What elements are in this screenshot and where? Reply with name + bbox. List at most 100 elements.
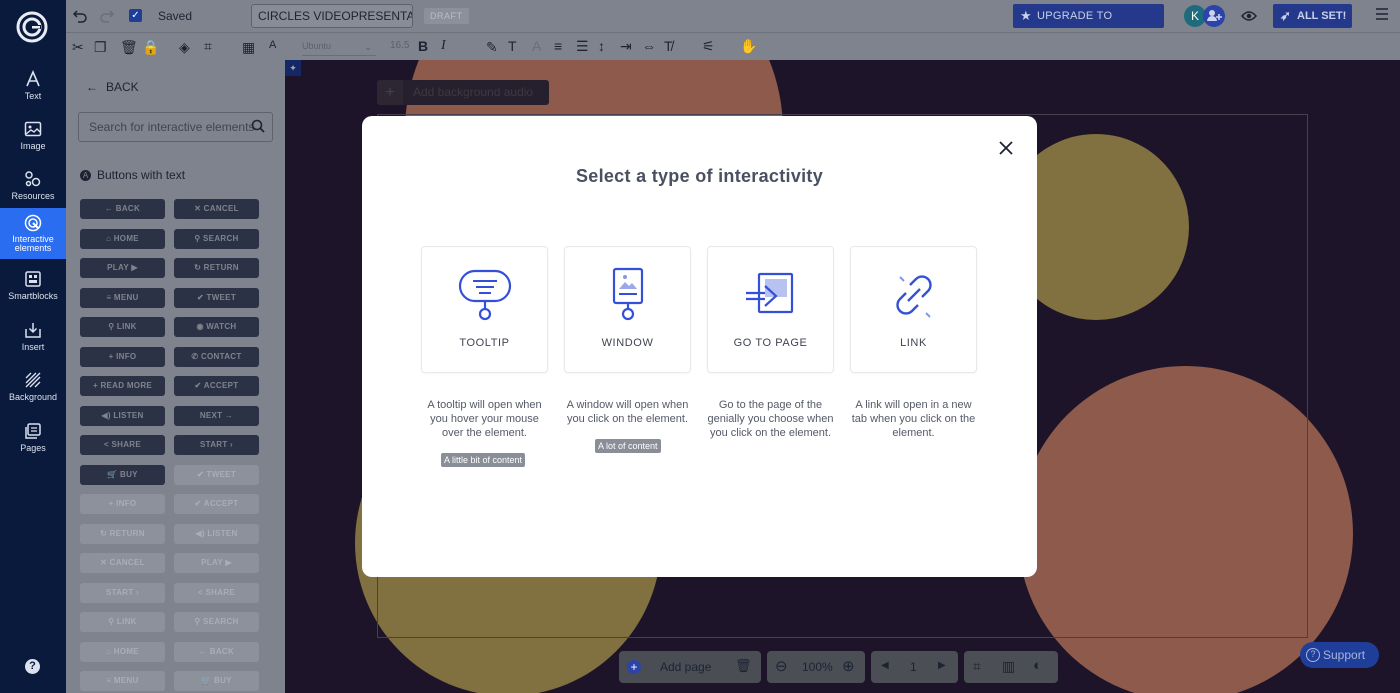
- redo-icon[interactable]: [100, 9, 114, 23]
- panel-button[interactable]: ✔ TWEET: [174, 288, 259, 308]
- text-shadow-icon[interactable]: A: [532, 39, 541, 53]
- format-toolbar: ✂ ❐ 🗑 🔒 ◈ ⌗ ▦ A Ubuntu ⌄ 16.5 B I ✎ T A …: [66, 33, 1400, 60]
- clear-format-icon[interactable]: T̸: [664, 39, 673, 53]
- autosave-checkbox[interactable]: ✓: [129, 9, 142, 22]
- upgrade-button[interactable]: ★ UPGRADE TO PREMIUM: [1013, 4, 1164, 46]
- panel-button[interactable]: ↻ RETURN: [80, 524, 165, 544]
- text-size-icon[interactable]: T: [508, 39, 517, 53]
- next-page-icon[interactable]: ▶: [938, 660, 946, 671]
- back-link[interactable]: ← BACK: [86, 80, 139, 94]
- rail-item-label: Text: [24, 91, 42, 101]
- panel-button[interactable]: START ›: [80, 583, 165, 603]
- hand-icon[interactable]: ✋: [740, 39, 757, 53]
- bullet-list-icon[interactable]: ☰: [576, 39, 589, 53]
- crop-icon[interactable]: ⌗: [204, 39, 212, 53]
- panel-button[interactable]: 🛒 BUY: [174, 671, 259, 691]
- font-size-input[interactable]: 16.5: [390, 40, 409, 51]
- layers-icon[interactable]: ◈: [179, 40, 190, 54]
- preview-eye-icon[interactable]: [1241, 10, 1257, 22]
- panel-button[interactable]: ◀) LISTEN: [174, 524, 259, 544]
- rail-item-pages[interactable]: Pages: [0, 416, 66, 466]
- panel-button[interactable]: ⚲ SEARCH: [174, 229, 259, 249]
- add-collaborator-icon[interactable]: [1203, 5, 1225, 27]
- panel-button[interactable]: ✕ CANCEL: [174, 199, 259, 219]
- all-set-button[interactable]: ➶ ALL SET!: [1273, 4, 1352, 28]
- panel-button[interactable]: + INFO: [80, 347, 165, 367]
- line-height-icon[interactable]: ↕: [598, 39, 605, 53]
- panel-button[interactable]: ⚲ SEARCH: [174, 612, 259, 632]
- panel-button[interactable]: ≡ MENU: [80, 671, 165, 691]
- fit-screen-icon[interactable]: ⌗: [973, 658, 981, 675]
- option-tooltip[interactable]: TOOLTIP: [421, 246, 548, 373]
- search-icon[interactable]: [251, 119, 265, 133]
- panel-button[interactable]: ⚲ LINK: [80, 317, 165, 337]
- panel-button[interactable]: ✔ ACCEPT: [174, 494, 259, 514]
- rail-item-smartblocks[interactable]: Smartblocks: [0, 264, 66, 314]
- copy-icon[interactable]: ❐: [94, 40, 107, 54]
- panel-button[interactable]: + INFO: [80, 494, 165, 514]
- panel-button[interactable]: PLAY ▶: [80, 258, 165, 278]
- panel-button[interactable]: ⌂ HOME: [80, 229, 165, 249]
- panel-button[interactable]: < SHARE: [80, 435, 165, 455]
- rail-item-insert[interactable]: Insert: [0, 315, 66, 365]
- panel-button[interactable]: ✆ CONTACT: [174, 347, 259, 367]
- rail-item-text[interactable]: Text: [0, 64, 66, 114]
- panel-button[interactable]: ✕ CANCEL: [80, 553, 165, 573]
- cut-icon[interactable]: ✂: [72, 40, 84, 54]
- close-icon[interactable]: [998, 140, 1014, 156]
- zoom-in-icon[interactable]: ⊕: [842, 657, 855, 675]
- panel-button[interactable]: ← BACK: [174, 642, 259, 662]
- option-label: GO TO PAGE: [733, 337, 808, 349]
- help-icon[interactable]: ?: [25, 659, 40, 674]
- add-page-button[interactable]: Add page: [660, 660, 711, 674]
- menu-icon[interactable]: [1375, 8, 1389, 20]
- align-icon[interactable]: ≡: [554, 39, 562, 53]
- grid-view-icon[interactable]: ▥: [1002, 658, 1015, 675]
- format-painter-icon[interactable]: ⚟: [702, 39, 715, 53]
- lock-icon[interactable]: 🔒: [142, 40, 159, 54]
- panel-button[interactable]: ◉ WATCH: [174, 317, 259, 337]
- panel-button[interactable]: START ›: [174, 435, 259, 455]
- option-window[interactable]: WINDOW: [564, 246, 691, 373]
- modal-title: Select a type of interactivity: [575, 166, 824, 186]
- text-color-icon[interactable]: A: [269, 38, 276, 52]
- rail-item-resources[interactable]: Resources: [0, 164, 66, 214]
- search-input[interactable]: Search for interactive elements: [78, 112, 273, 142]
- panel-button[interactable]: < SHARE: [174, 583, 259, 603]
- panel-button[interactable]: ◀) LISTEN: [80, 406, 165, 426]
- undo-icon[interactable]: [73, 9, 87, 23]
- prev-page-icon[interactable]: ◀: [881, 660, 889, 671]
- panel-button[interactable]: PLAY ▶: [174, 553, 259, 573]
- panel-button[interactable]: ⌂ HOME: [80, 642, 165, 662]
- highlight-icon[interactable]: ✎: [486, 40, 498, 54]
- theme-icon[interactable]: ◐: [1033, 657, 1042, 674]
- interactive-elements-icon: [24, 214, 42, 232]
- option-link[interactable]: LINK: [850, 246, 977, 373]
- panel-button[interactable]: ✔ TWEET: [174, 465, 259, 485]
- panel-button[interactable]: ≡ MENU: [80, 288, 165, 308]
- delete-icon[interactable]: 🗑: [120, 40, 138, 54]
- zoom-out-icon[interactable]: ⊖: [775, 657, 788, 675]
- genially-logo[interactable]: [16, 11, 48, 43]
- panel-button[interactable]: + READ MORE: [80, 376, 165, 396]
- option-go-to-page[interactable]: GO TO PAGE: [707, 246, 834, 373]
- delete-page-icon[interactable]: 🗑: [735, 658, 752, 674]
- indent-icon[interactable]: ⇥: [620, 39, 632, 53]
- panel-button[interactable]: ⚲ LINK: [80, 612, 165, 632]
- transparency-icon[interactable]: ▦: [242, 40, 255, 54]
- letter-spacing-icon[interactable]: ⇔: [642, 39, 656, 53]
- rail-item-image[interactable]: Image: [0, 114, 66, 164]
- bold-icon[interactable]: B: [418, 39, 428, 53]
- project-title-input[interactable]: CIRCLES VIDEOPRESENTATION: [251, 4, 413, 28]
- add-page-icon[interactable]: +: [627, 660, 641, 674]
- support-button[interactable]: ? Support: [1300, 642, 1379, 668]
- rail-item-background[interactable]: Background: [0, 365, 66, 415]
- panel-button[interactable]: NEXT →: [174, 406, 259, 426]
- panel-button[interactable]: ✔ ACCEPT: [174, 376, 259, 396]
- rail-item-interactive-elements[interactable]: Interactive elements: [0, 208, 66, 259]
- interactivity-modal: Select a type of interactivity TOOLTIP A…: [362, 116, 1037, 577]
- italic-icon[interactable]: I: [441, 39, 446, 53]
- panel-button[interactable]: ↻ RETURN: [174, 258, 259, 278]
- panel-button[interactable]: 🛒 BUY: [80, 465, 165, 485]
- panel-button[interactable]: ← BACK: [80, 199, 165, 219]
